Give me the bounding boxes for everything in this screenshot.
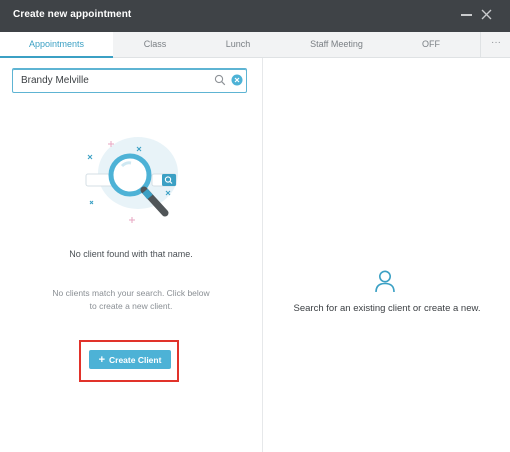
appointment-type-tabs: Appointments Class Lunch Staff Meeting O…: [0, 32, 510, 58]
close-icon[interactable]: [480, 8, 493, 21]
no-client-found-text: No client found with that name.: [69, 249, 193, 259]
more-tabs-button[interactable]: ···: [480, 32, 510, 57]
tab-off[interactable]: OFF: [394, 32, 468, 57]
no-match-hint-text: No clients match your search. Click belo…: [52, 288, 210, 311]
plus-icon: +: [98, 353, 105, 366]
appointment-dialog: Create new appointment Appointments Clas…: [0, 0, 510, 452]
clear-search-icon[interactable]: [231, 74, 243, 86]
tab-staff-meeting[interactable]: Staff Meeting: [279, 32, 394, 57]
create-client-button[interactable]: + Create Client: [89, 350, 171, 369]
create-client-label: Create Client: [109, 354, 162, 365]
client-search-input[interactable]: [21, 72, 211, 88]
dialog-title: Create new appointment: [13, 9, 132, 20]
client-details-panel: Search for an existing client or create …: [263, 58, 510, 452]
tab-appointments[interactable]: Appointments: [0, 32, 113, 58]
tab-class[interactable]: Class: [113, 32, 197, 57]
client-search-panel: No client found with that name. No clien…: [0, 58, 263, 452]
client-search-box: [12, 68, 247, 93]
search-prompt-text: Search for an existing client or create …: [293, 303, 481, 314]
title-bar: Create new appointment: [0, 0, 510, 32]
search-icon[interactable]: [214, 74, 226, 86]
person-icon: [375, 270, 395, 293]
minimize-icon[interactable]: [461, 14, 472, 16]
magnifier-illustration-icon: [85, 137, 178, 223]
tab-lunch[interactable]: Lunch: [197, 32, 279, 57]
